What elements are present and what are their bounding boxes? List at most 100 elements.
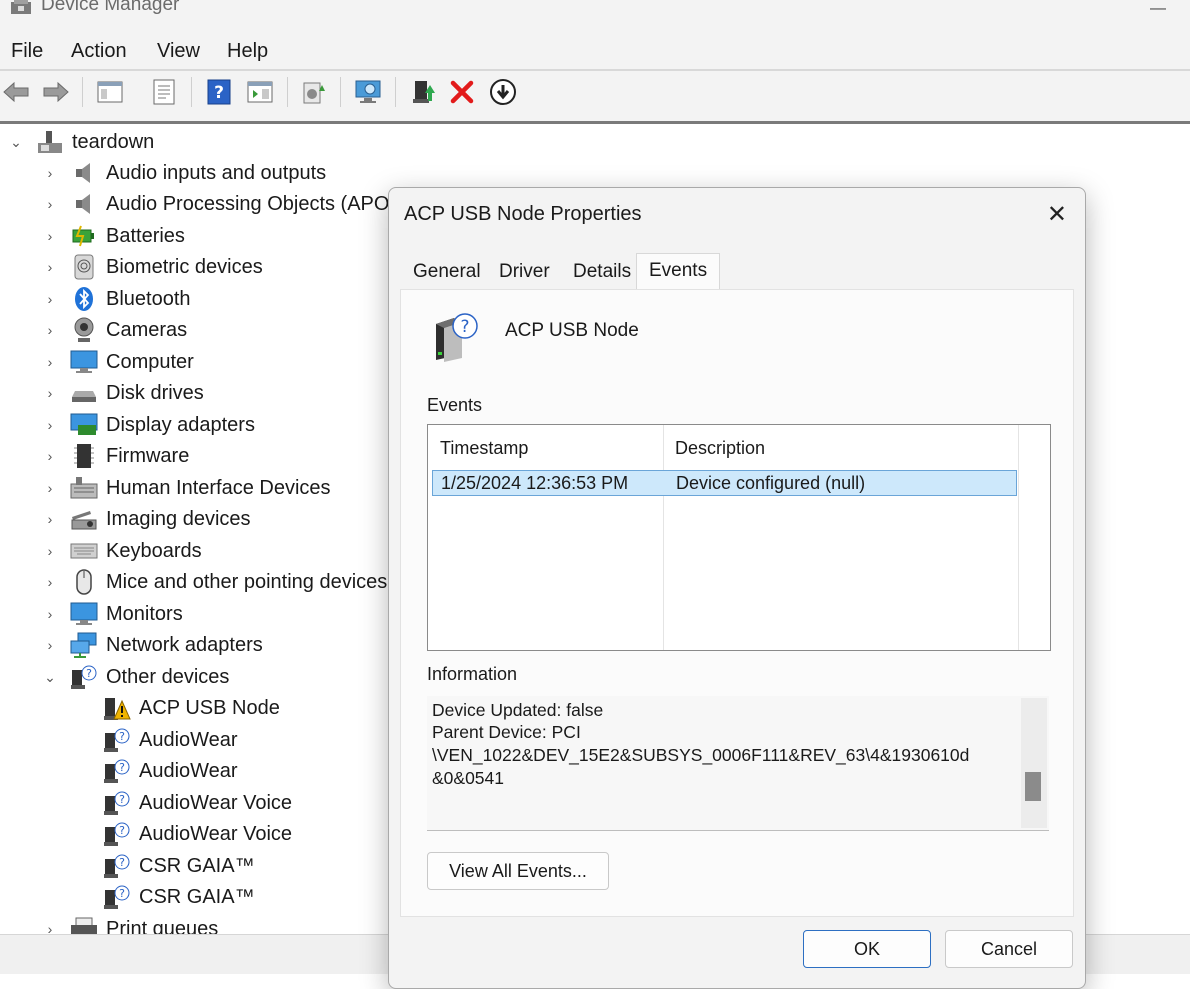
properties-icon[interactable]: [150, 78, 178, 106]
forward-icon[interactable]: [42, 78, 70, 106]
tree-root[interactable]: teardown: [36, 127, 154, 157]
uninstall-icon[interactable]: [448, 78, 476, 106]
chevron-right-icon[interactable]: ›: [43, 418, 57, 432]
scrollbar-thumb[interactable]: [1025, 772, 1041, 801]
monitor-icon: [70, 601, 98, 627]
chevron-right-icon[interactable]: ›: [43, 922, 57, 934]
tree-item-imaging[interactable]: Imaging devices: [70, 504, 251, 534]
tree-item-firmware[interactable]: Firmware: [70, 441, 189, 471]
toolbar-separator: [82, 77, 83, 107]
scrollbar[interactable]: [1021, 698, 1047, 828]
menu-view[interactable]: View: [157, 40, 200, 63]
tree-item-csr-gaia[interactable]: ? CSR GAIA™: [103, 851, 255, 881]
chevron-right-icon[interactable]: ›: [43, 292, 57, 306]
tree-item-mice[interactable]: Mice and other pointing devices: [70, 567, 387, 597]
tree-item-csr-gaia[interactable]: ? CSR GAIA™: [103, 882, 255, 912]
tree-item-label: Other devices: [106, 665, 230, 688]
tree-item-batteries[interactable]: Batteries: [70, 221, 185, 251]
tree-item-network[interactable]: Network adapters: [70, 630, 263, 660]
chevron-right-icon[interactable]: ›: [43, 638, 57, 652]
menu-action[interactable]: Action: [71, 40, 127, 63]
help-icon[interactable]: ?: [205, 78, 233, 106]
tree-item-print-queues[interactable]: Print queues: [70, 914, 218, 934]
info-line: Parent Device: PCI: [432, 722, 581, 742]
chevron-right-icon[interactable]: ›: [43, 197, 57, 211]
network-icon: [70, 632, 98, 658]
tree-item-bluetooth[interactable]: Bluetooth: [70, 284, 191, 314]
update-driver-icon[interactable]: [300, 78, 328, 106]
chevron-right-icon[interactable]: ›: [43, 607, 57, 621]
toolbar-separator: [287, 77, 288, 107]
tree-item-audio-inputs[interactable]: Audio inputs and outputs: [70, 158, 326, 188]
cancel-button[interactable]: Cancel: [945, 930, 1073, 968]
menu-help[interactable]: Help: [227, 40, 268, 63]
tree-item-audiowear-voice[interactable]: ? AudioWear Voice: [103, 819, 292, 849]
enable-device-icon[interactable]: [410, 78, 438, 106]
tree-item-audiowear[interactable]: ? AudioWear: [103, 725, 238, 755]
scan-hardware-icon[interactable]: [354, 78, 382, 106]
battery-icon: [70, 223, 98, 249]
chevron-right-icon[interactable]: ›: [43, 229, 57, 243]
chevron-right-icon[interactable]: ›: [43, 355, 57, 369]
chevron-down-icon[interactable]: ⌄: [43, 670, 57, 684]
tree-item-keyboards[interactable]: Keyboards: [70, 536, 202, 566]
column-divider: [1018, 425, 1019, 650]
chevron-right-icon[interactable]: ›: [43, 449, 57, 463]
properties-dialog: ACP USB Node Properties ✕ General Driver…: [388, 187, 1086, 989]
computer-tree-icon: [36, 129, 64, 155]
svg-text:?: ?: [119, 887, 125, 900]
tab-details[interactable]: Details: [573, 261, 631, 289]
device-name: ACP USB Node: [505, 320, 639, 341]
ok-button[interactable]: OK: [803, 930, 931, 968]
download-icon[interactable]: [489, 78, 517, 106]
back-icon[interactable]: [2, 78, 30, 106]
chevron-right-icon[interactable]: ›: [43, 512, 57, 526]
dialog-title: ACP USB Node Properties: [404, 203, 642, 225]
chevron-right-icon[interactable]: ›: [43, 166, 57, 180]
tree-item-label: Imaging devices: [106, 507, 251, 530]
tree-item-audiowear-voice[interactable]: ? AudioWear Voice: [103, 788, 292, 818]
scanner-icon: [70, 506, 98, 532]
tree-item-label: Keyboards: [106, 539, 202, 562]
tree-item-acp-usb-node[interactable]: ACP USB Node: [103, 693, 280, 723]
tree-item-disk-drives[interactable]: Disk drives: [70, 378, 204, 408]
tree-item-audio-processing-objects[interactable]: Audio Processing Objects (APOs): [70, 189, 406, 219]
tree-item-other-devices[interactable]: ? Other devices: [70, 662, 229, 692]
view-all-events-button[interactable]: View All Events...: [427, 852, 609, 890]
tree-item-cameras[interactable]: Cameras: [70, 315, 187, 345]
chevron-right-icon[interactable]: ›: [43, 260, 57, 274]
svg-text:?: ?: [119, 856, 125, 869]
events-label: Events: [427, 395, 483, 415]
tree-item-monitors[interactable]: Monitors: [70, 599, 183, 629]
close-icon[interactable]: ✕: [1047, 200, 1067, 229]
information-text[interactable]: Device Updated: false Parent Device: PCI…: [427, 696, 1049, 831]
show-hide-console-tree-icon[interactable]: [96, 78, 124, 106]
chevron-right-icon[interactable]: ›: [43, 544, 57, 558]
tree-item-label: Computer: [106, 350, 194, 373]
tree-item-biometric[interactable]: Biometric devices: [70, 252, 263, 282]
tab-events[interactable]: Events: [636, 253, 721, 290]
events-tab-panel: ? ACP USB Node Events Timestamp Descript…: [400, 289, 1074, 917]
tree-item-hid[interactable]: Human Interface Devices: [70, 473, 331, 503]
chevron-right-icon[interactable]: ›: [43, 481, 57, 495]
tab-driver[interactable]: Driver: [499, 261, 550, 289]
minimize-button[interactable]: —: [1150, 0, 1166, 18]
tree-item-computer[interactable]: Computer: [70, 347, 194, 377]
column-header-description[interactable]: Description: [675, 438, 765, 459]
chevron-right-icon[interactable]: ›: [43, 386, 57, 400]
tree-item-audiowear[interactable]: ? AudioWear: [103, 756, 238, 786]
menu-file[interactable]: File: [11, 40, 43, 63]
menu-bar: File Action View Help: [0, 30, 1190, 70]
show-action-pane-icon[interactable]: [246, 78, 274, 106]
keyboard-hid-icon: [70, 475, 98, 501]
toolbar-separator: [340, 77, 341, 107]
chevron-right-icon[interactable]: ›: [43, 575, 57, 589]
chevron-right-icon[interactable]: ›: [43, 323, 57, 337]
column-header-timestamp[interactable]: Timestamp: [440, 438, 528, 459]
tree-item-label: Monitors: [106, 602, 183, 625]
tab-general[interactable]: General: [413, 261, 481, 289]
chevron-down-icon[interactable]: ⌄: [9, 135, 23, 149]
information-label: Information: [427, 664, 518, 684]
tree-item-display-adapters[interactable]: Display adapters: [70, 410, 255, 440]
table-row[interactable]: 1/25/2024 12:36:53 PM Device configured …: [432, 470, 1017, 496]
